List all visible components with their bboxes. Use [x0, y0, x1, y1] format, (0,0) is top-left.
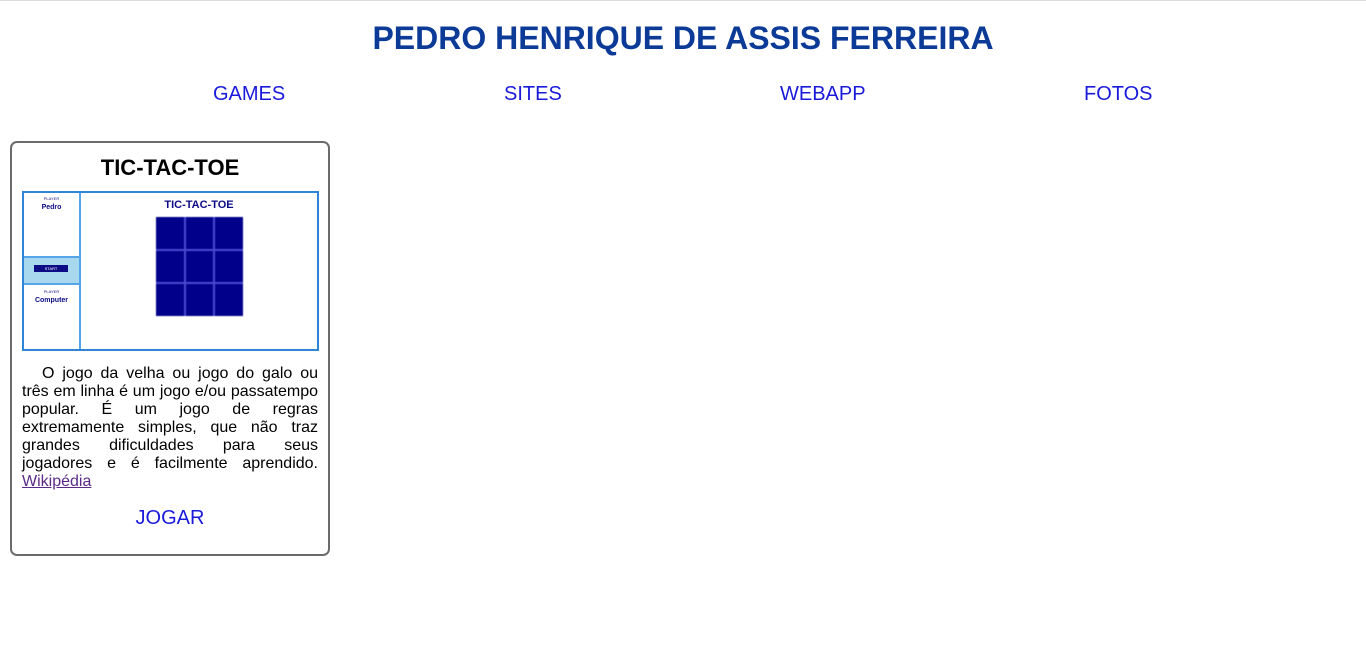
preview-board-cell [215, 217, 243, 249]
description-text: O jogo da velha ou jogo do galo ou três … [22, 365, 318, 472]
preview-board-cell [185, 217, 214, 249]
preview-player-label-top: PLAYER [43, 196, 60, 201]
game-card-tic-tac-toe: TIC-TAC-TOE PLAYER Pedro START PLAYER Co… [10, 141, 330, 556]
nav-link-sites[interactable]: SITES [504, 82, 562, 106]
preview-board-cell [215, 250, 243, 283]
preview-board [156, 217, 243, 316]
preview-player-name-top: Pedro [41, 204, 62, 211]
wikipedia-link[interactable]: Wikipédia [22, 473, 91, 490]
preview-board-cell [156, 284, 184, 316]
card-title: TIC-TAC-TOE [100, 155, 240, 180]
preview-board-cell [185, 284, 214, 316]
card-description: O jogo da velha ou jogo do galo ou três … [22, 365, 318, 491]
preview-board-cell [156, 250, 184, 283]
preview-player-panel: PLAYER Pedro START PLAYER Computer [24, 193, 81, 349]
preview-start-band: START [24, 256, 79, 285]
preview-board-cell [156, 217, 184, 249]
preview-start-button: START [34, 265, 68, 272]
preview-board-cell [185, 250, 214, 283]
preview-game-title: TIC-TAC-TOE [164, 199, 234, 211]
page-title: PEDRO HENRIQUE DE ASSIS FERREIRA [372, 20, 994, 56]
top-divider [0, 0, 1366, 1]
nav-link-games[interactable]: GAMES [213, 82, 285, 106]
game-preview-image: PLAYER Pedro START PLAYER Computer TIC-T… [22, 191, 319, 351]
play-button[interactable]: JOGAR [12, 506, 328, 530]
nav-link-webapp[interactable]: WEBAPP [780, 82, 866, 106]
preview-player-name-bottom: Computer [34, 297, 69, 304]
nav-link-fotos[interactable]: FOTOS [1084, 82, 1153, 106]
preview-player-label-bottom: PLAYER [43, 289, 60, 294]
preview-board-cell [215, 284, 243, 316]
